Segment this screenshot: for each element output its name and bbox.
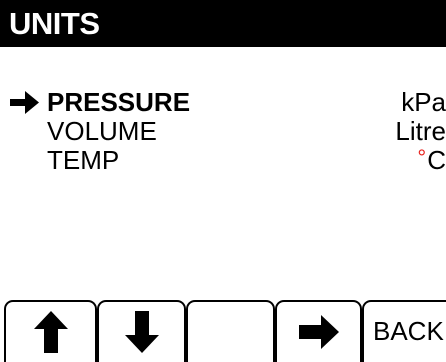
softkey-bar: BACK	[0, 300, 446, 362]
up-button[interactable]	[4, 300, 97, 362]
units-menu: PRESSURE kPa VOLUME Litre TEMP °C	[0, 88, 446, 175]
right-arrow-icon	[10, 88, 40, 117]
units-screen: UNITS PRESSURE kPa VOLUME Litre TEMP °C	[0, 0, 446, 362]
menu-item-label: PRESSURE	[47, 87, 191, 117]
right-arrow-icon	[298, 315, 339, 349]
back-button-label: BACK	[373, 316, 444, 346]
menu-item-pressure[interactable]: PRESSURE kPa	[0, 88, 446, 117]
back-button[interactable]: BACK	[362, 300, 446, 362]
temp-unit-letter: C	[427, 145, 446, 175]
down-arrow-icon	[124, 311, 159, 353]
menu-item-value: °C	[417, 145, 446, 176]
menu-item-volume[interactable]: VOLUME Litre	[0, 117, 446, 146]
blank-softkey[interactable]	[186, 300, 275, 362]
menu-item-value: kPa	[401, 87, 446, 117]
degree-symbol: °	[417, 145, 427, 170]
up-arrow-icon	[33, 311, 68, 353]
menu-item-temp[interactable]: TEMP °C	[0, 145, 446, 176]
menu-item-label: TEMP	[47, 145, 120, 175]
menu-item-label: VOLUME	[47, 116, 157, 146]
enter-button[interactable]	[275, 300, 362, 362]
screen-title: UNITS	[0, 0, 446, 47]
menu-item-value: Litre	[395, 116, 446, 146]
down-button[interactable]	[97, 300, 186, 362]
